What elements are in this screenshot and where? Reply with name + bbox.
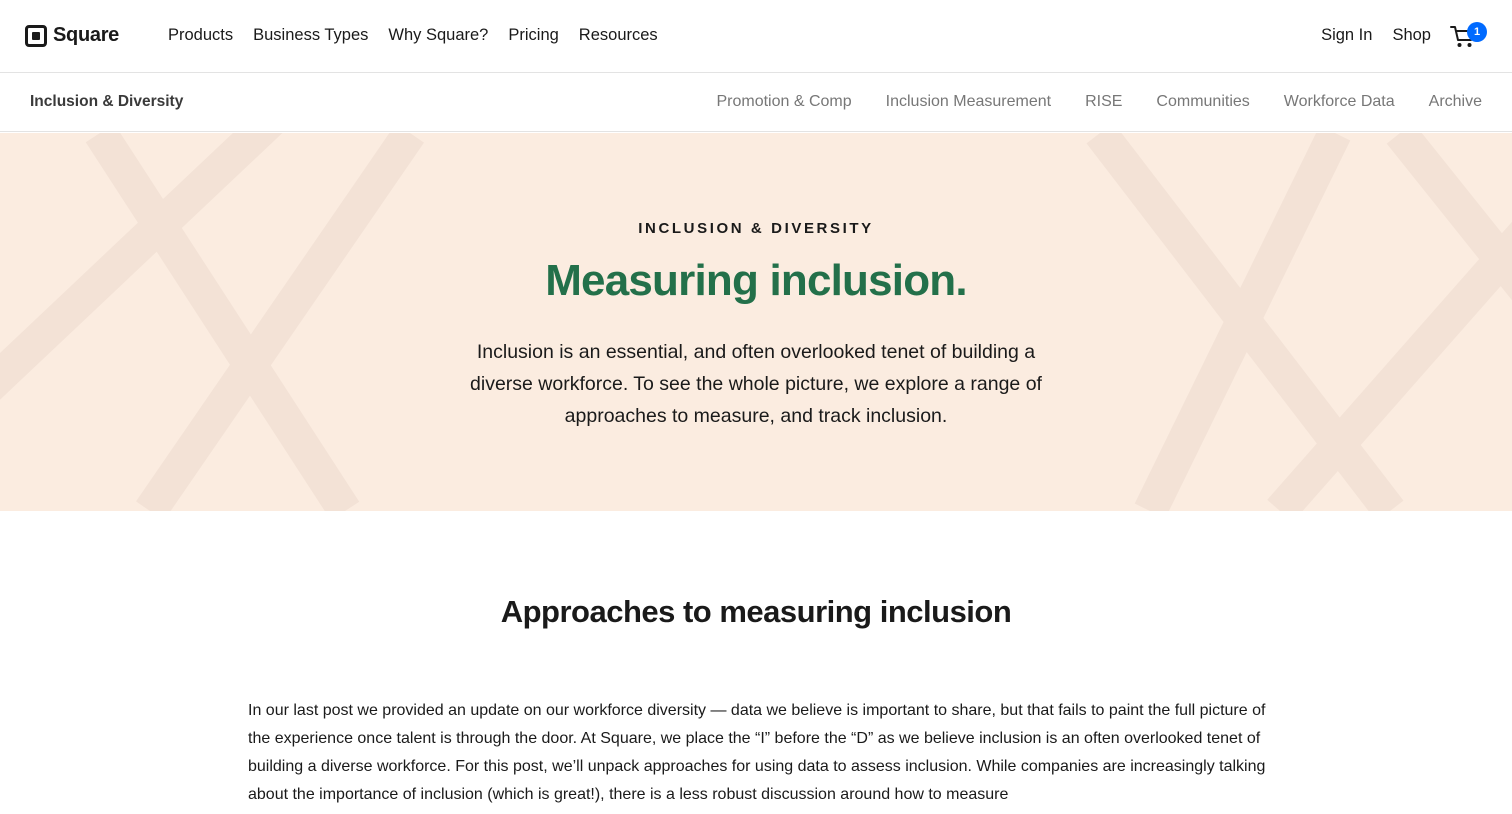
- section-title: Approaches to measuring inclusion: [500, 594, 1012, 629]
- nav-resources[interactable]: Resources: [579, 26, 658, 45]
- subnav-promotion-comp[interactable]: Promotion & Comp: [716, 93, 851, 111]
- top-navigation: Square Products Business Types Why Squar…: [0, 0, 1512, 73]
- cart-button[interactable]: 1: [1450, 22, 1490, 52]
- section-subnav: Inclusion & Diversity Promotion & Comp I…: [0, 73, 1512, 132]
- primary-nav: Products Business Types Why Square? Pric…: [168, 26, 658, 45]
- subnav-workforce-data[interactable]: Workforce Data: [1284, 93, 1395, 111]
- subnav-archive[interactable]: Archive: [1429, 93, 1482, 111]
- nav-products[interactable]: Products: [168, 26, 233, 45]
- cart-count-badge: 1: [1467, 22, 1487, 42]
- subnav-inclusion-measurement[interactable]: Inclusion Measurement: [886, 93, 1051, 111]
- square-logo-icon: [25, 24, 47, 47]
- hero-banner: INCLUSION & DIVERSITY Measuring inclusio…: [0, 133, 1512, 511]
- nav-pricing[interactable]: Pricing: [508, 26, 558, 45]
- nav-business-types[interactable]: Business Types: [253, 26, 368, 45]
- hero-eyebrow: INCLUSION & DIVERSITY: [638, 220, 874, 237]
- brand-name: Square: [53, 24, 120, 46]
- account-nav: Sign In Shop: [1321, 26, 1431, 45]
- square-logo[interactable]: Square: [25, 24, 119, 47]
- sign-in-link[interactable]: Sign In: [1321, 26, 1372, 45]
- shop-link[interactable]: Shop: [1392, 26, 1431, 45]
- nav-why-square[interactable]: Why Square?: [388, 26, 488, 45]
- hero-background-pattern: [0, 133, 1512, 511]
- hero-description: Inclusion is an essential, and often ove…: [470, 341, 1042, 427]
- hero-title: Measuring inclusion.: [545, 256, 967, 305]
- article-paragraph: In our last post we provided an update o…: [248, 702, 1266, 803]
- subnav-rise[interactable]: RISE: [1085, 93, 1122, 111]
- subnav-title[interactable]: Inclusion & Diversity: [30, 93, 183, 111]
- subnav-links: Promotion & Comp Inclusion Measurement R…: [716, 93, 1482, 111]
- subnav-communities[interactable]: Communities: [1156, 93, 1249, 111]
